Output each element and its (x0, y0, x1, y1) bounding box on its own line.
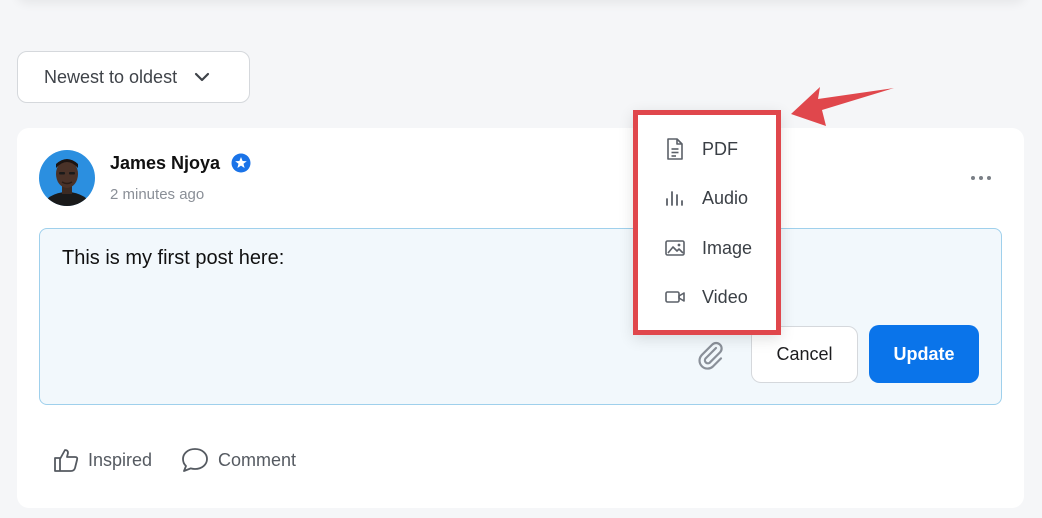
sort-dropdown-label: Newest to oldest (44, 66, 178, 87)
annotation-arrow-icon (791, 87, 894, 126)
inspired-label: Inspired (88, 449, 153, 470)
comment-bubble-icon (182, 448, 208, 472)
document-icon (667, 138, 683, 160)
verified-badge-icon (231, 153, 251, 173)
post-card: James Njoya 2 minutes ago This is my fir… (17, 128, 1024, 508)
menu-item-audio[interactable]: Audio (664, 186, 748, 210)
menu-item-image[interactable]: Image (664, 236, 752, 260)
author-name[interactable]: James Njoya (110, 153, 220, 174)
update-button[interactable]: Update (869, 325, 979, 383)
post-editor-text[interactable]: This is my first post here: (62, 247, 284, 270)
menu-item-video[interactable]: Video (664, 285, 748, 309)
avatar[interactable] (39, 150, 95, 206)
comment-button[interactable]: Comment (180, 446, 296, 474)
chevron-down-icon (193, 68, 211, 86)
attachment-type-menu: PDF Audio Image Video (633, 110, 781, 335)
attach-button[interactable] (694, 339, 726, 371)
menu-item-pdf[interactable]: PDF (664, 137, 738, 161)
post-editor[interactable]: This is my first post here: Cancel Updat… (39, 228, 1002, 405)
sort-dropdown[interactable]: Newest to oldest (17, 51, 250, 103)
menu-item-audio-label: Audio (702, 187, 749, 208)
menu-item-video-label: Video (702, 286, 748, 307)
audio-bars-icon (666, 191, 683, 206)
inspired-button[interactable]: Inspired (52, 446, 152, 474)
menu-item-image-label: Image (702, 237, 753, 258)
more-horizontal-icon (971, 176, 991, 180)
menu-item-pdf-label: PDF (702, 138, 738, 159)
paperclip-icon (698, 341, 723, 370)
more-options-button[interactable] (966, 166, 996, 190)
image-icon (665, 240, 685, 256)
thumbs-up-icon (54, 449, 79, 472)
post-timestamp: 2 minutes ago (110, 186, 205, 203)
video-camera-icon (665, 291, 685, 303)
comment-label: Comment (218, 449, 297, 470)
